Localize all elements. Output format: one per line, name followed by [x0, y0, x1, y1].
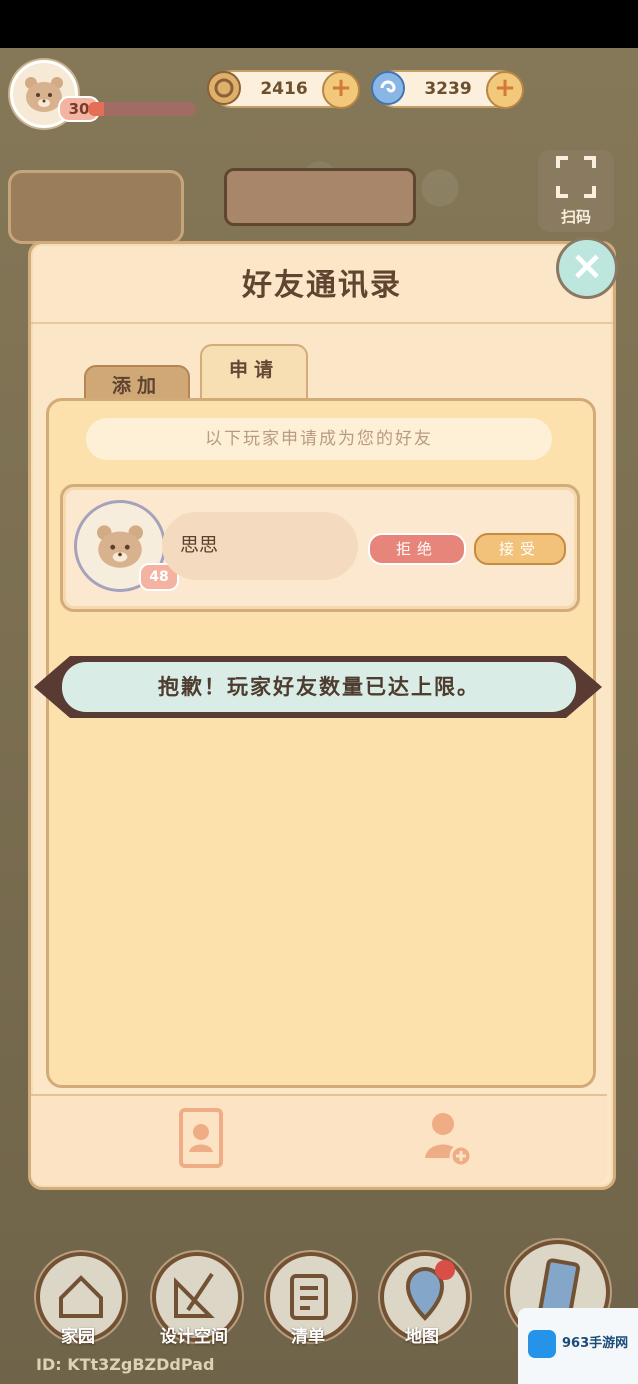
add-currency-b-button[interactable]: + [486, 71, 524, 109]
accept-button[interactable]: 接受 [474, 533, 566, 565]
currency-b-value: 3239 [424, 79, 472, 99]
close-button[interactable]: × [556, 237, 618, 299]
scene-banner [224, 168, 416, 226]
scan-icon [556, 156, 596, 198]
coin-icon [207, 71, 241, 105]
add-currency-a-button[interactable]: + [322, 71, 360, 109]
nav-map-label: 地图 [405, 1327, 439, 1347]
dialog-footer [31, 1094, 607, 1184]
status-bar [0, 0, 638, 48]
nav-home-label: 家园 [61, 1327, 95, 1347]
xp-bar [88, 102, 196, 116]
watermark-text: 963手游网 [562, 1336, 629, 1351]
add-friend-icon[interactable] [421, 1106, 477, 1170]
toast-message: 抱歉！玩家好友数量已达上限。 [62, 662, 576, 712]
request-player-name: 思思 [180, 534, 219, 556]
nav-list-label: 清单 [291, 1327, 325, 1347]
contacts-book-icon[interactable] [173, 1106, 225, 1170]
scan-button[interactable]: 扫码 [538, 150, 614, 232]
bear-icon [97, 525, 143, 568]
nav-design-label: 设计空间 [160, 1327, 228, 1347]
dialog-header: 好友通讯录 [31, 244, 613, 324]
tab-apply[interactable]: 申请 [200, 344, 308, 404]
currency-b: 3239 + [371, 71, 524, 109]
dialog-title: 好友通讯录 [242, 268, 402, 303]
photo-frame[interactable] [8, 170, 184, 244]
currency-a: 2416 + [207, 71, 360, 109]
scan-label: 扫码 [560, 208, 591, 226]
close-icon: × [570, 243, 604, 289]
site-watermark: 963手游网 [518, 1308, 638, 1384]
requests-notice: 以下玩家申请成为您的好友 [86, 418, 552, 460]
currency-a-value: 2416 [260, 79, 308, 99]
reject-button[interactable]: 拒绝 [368, 533, 466, 565]
swirl-gem-icon [371, 71, 405, 105]
site-logo-icon [528, 1330, 556, 1358]
player-id: ID: KTt3ZgBZDdPad [36, 1355, 215, 1374]
xp-fill [88, 102, 105, 116]
